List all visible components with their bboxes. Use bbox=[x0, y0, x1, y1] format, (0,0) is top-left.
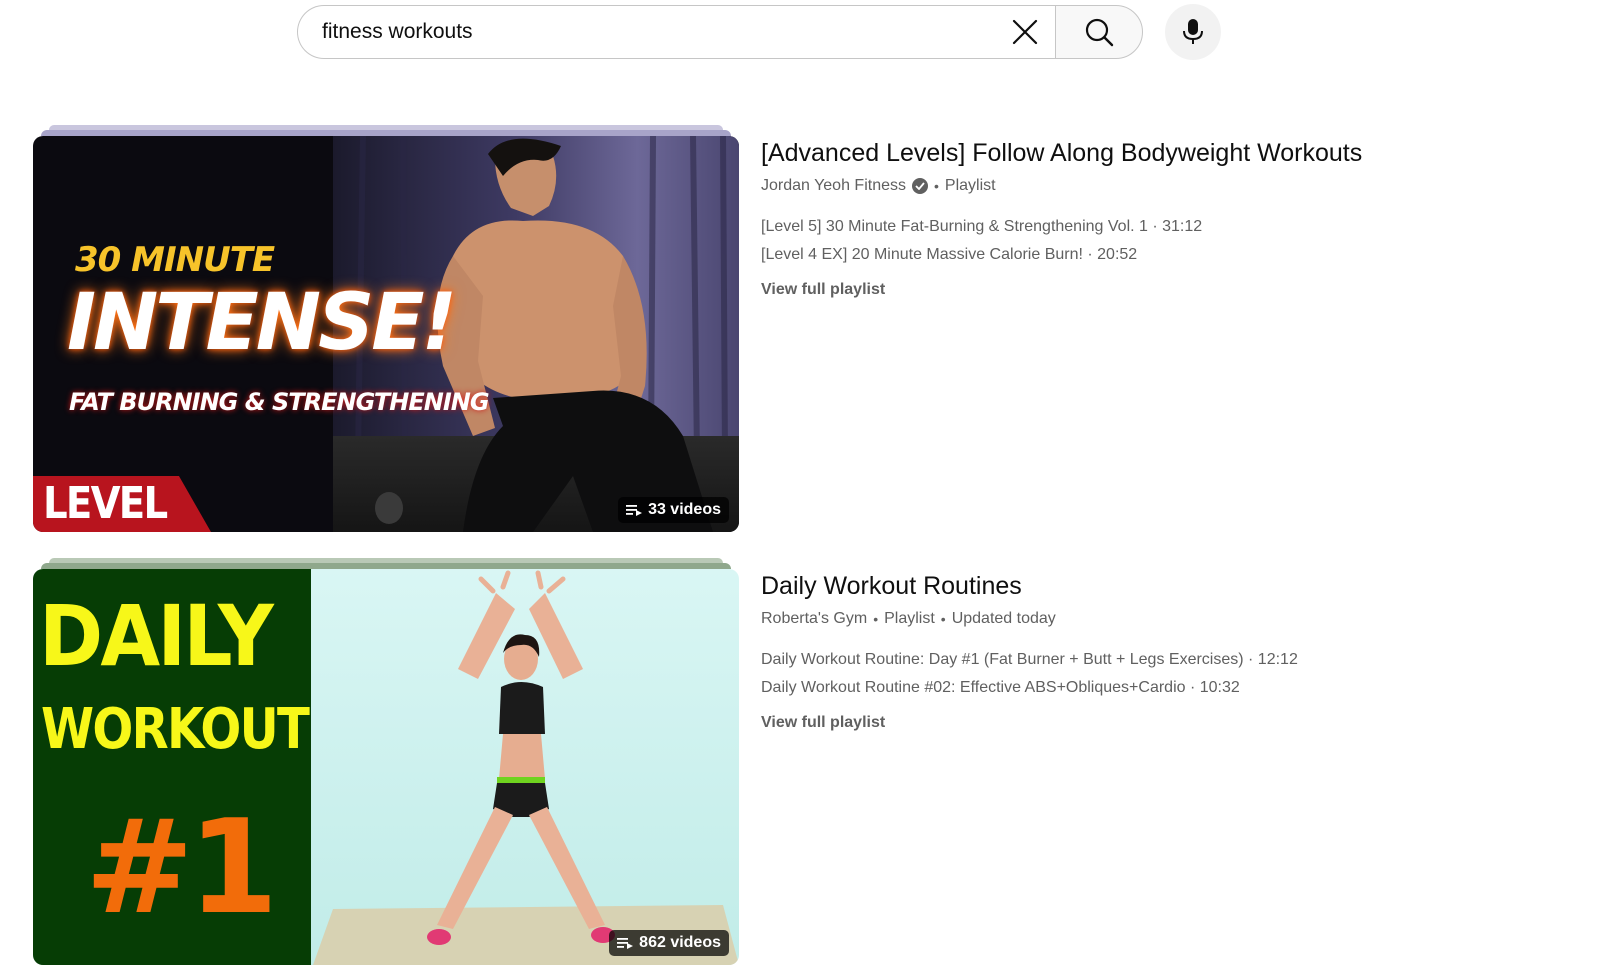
level-badge-text: LEVEL 5 bbox=[43, 478, 168, 532]
verified-icon bbox=[912, 178, 928, 194]
result-meta: Roberta's Gym • Playlist • Updated today bbox=[761, 610, 1561, 628]
video-count-badge: 862 videos bbox=[609, 930, 729, 956]
playlist-icon bbox=[626, 505, 643, 516]
updated-status: Updated today bbox=[951, 610, 1056, 627]
result-type: Playlist bbox=[884, 610, 935, 627]
playlist-title[interactable]: Daily Workout Routines bbox=[761, 570, 1561, 602]
close-icon bbox=[1012, 19, 1038, 45]
thumbnail-title-line1: DAILY bbox=[39, 587, 274, 685]
separator-dot: • bbox=[934, 178, 939, 194]
voice-search-button[interactable] bbox=[1165, 4, 1221, 60]
playlist-thumbnail[interactable]: DAILY WORKOUT #1 862 videos bbox=[33, 569, 739, 965]
channel-name[interactable]: Jordan Yeoh Fitness bbox=[761, 177, 906, 195]
clear-search-button[interactable] bbox=[1003, 10, 1047, 54]
search-button[interactable] bbox=[1055, 5, 1143, 59]
search-box[interactable] bbox=[297, 5, 1055, 59]
microphone-icon bbox=[1183, 19, 1203, 44]
video-count-badge: 33 videos bbox=[618, 497, 729, 523]
result-info: Daily Workout Routines Roberta's Gym • P… bbox=[761, 570, 1561, 732]
search-icon bbox=[1085, 18, 1114, 47]
playlist-thumbnail[interactable]: 30 MINUTE INTENSE! FAT BURNING & STRENGT… bbox=[33, 136, 739, 532]
video-list: [Level 5] 30 Minute Fat-Burning & Streng… bbox=[761, 213, 1561, 269]
view-full-playlist-link[interactable]: View full playlist bbox=[761, 281, 885, 299]
result-meta: Jordan Yeoh Fitness • Playlist bbox=[761, 177, 1561, 195]
playlist-title[interactable]: [Advanced Levels] Follow Along Bodyweigh… bbox=[761, 137, 1561, 169]
list-item[interactable]: Daily Workout Routine #02: Effective ABS… bbox=[761, 674, 1561, 702]
channel-name[interactable]: Roberta's Gym bbox=[761, 610, 867, 628]
thumbnail-title-line3: #1 bbox=[85, 791, 278, 943]
view-full-playlist-link[interactable]: View full playlist bbox=[761, 714, 885, 732]
result-info: [Advanced Levels] Follow Along Bodyweigh… bbox=[761, 137, 1561, 299]
separator-dot: • bbox=[940, 611, 946, 627]
thumbnail-title-line2: INTENSE! bbox=[67, 278, 457, 368]
list-item[interactable]: [Level 4 EX] 20 Minute Massive Calorie B… bbox=[761, 241, 1561, 269]
video-count: 33 videos bbox=[648, 501, 721, 518]
search-bar bbox=[297, 4, 1143, 60]
video-count: 862 videos bbox=[639, 934, 721, 951]
thumbnail-text-panel: DAILY WORKOUT #1 bbox=[33, 569, 311, 965]
thumbnail-title-line2: WORKOUT bbox=[41, 697, 310, 762]
list-item[interactable]: Daily Workout Routine: Day #1 (Fat Burne… bbox=[761, 646, 1561, 674]
result-type: Playlist bbox=[944, 177, 996, 194]
separator-dot: • bbox=[873, 611, 879, 627]
playlist-icon bbox=[617, 938, 634, 949]
playlist-result: 30 MINUTE INTENSE! FAT BURNING & STRENGT… bbox=[33, 125, 1553, 535]
playlist-result: DAILY WORKOUT #1 862 videos Daily Workou… bbox=[33, 558, 1553, 968]
thumbnail-title-line1: 30 MINUTE bbox=[75, 240, 275, 280]
search-input[interactable] bbox=[320, 19, 1003, 45]
list-item[interactable]: [Level 5] 30 Minute Fat-Burning & Streng… bbox=[761, 213, 1561, 241]
thumbnail-title-line3: FAT BURNING & STRENGTHENING bbox=[69, 388, 490, 416]
video-list: Daily Workout Routine: Day #1 (Fat Burne… bbox=[761, 646, 1561, 702]
